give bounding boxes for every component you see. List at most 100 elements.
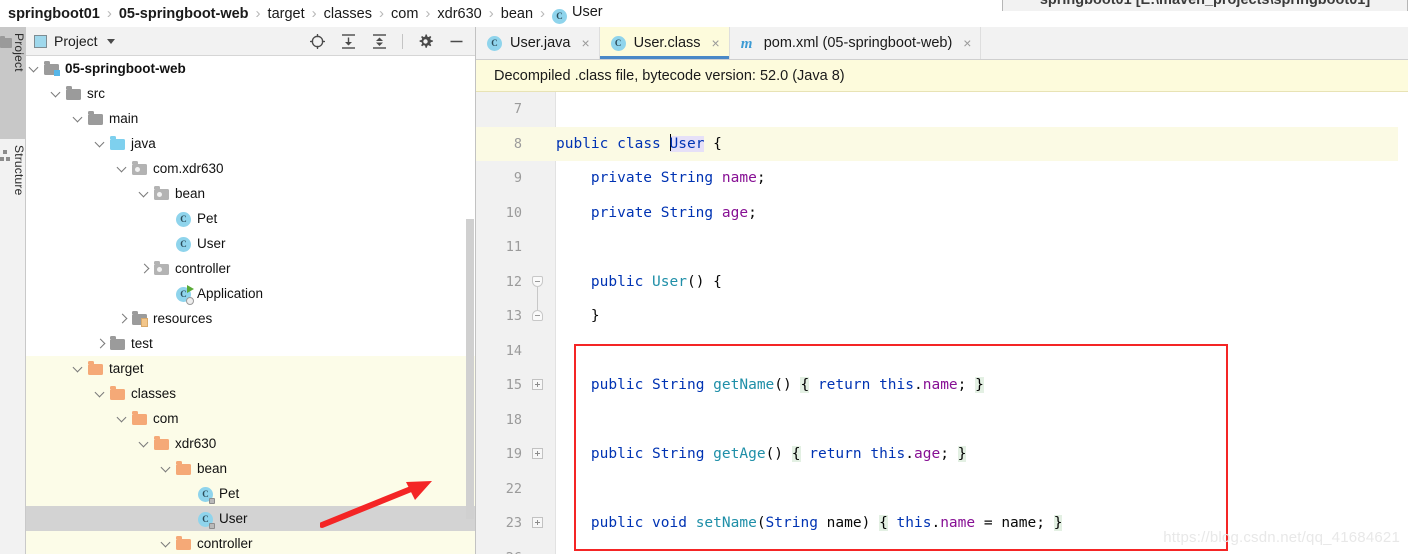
breadcrumb-item[interactable]: xdr630 — [437, 6, 481, 22]
tree-node-label: xdr630 — [175, 436, 217, 451]
breadcrumb-item[interactable]: 05-springboot-web — [119, 6, 249, 22]
tree-toggle-down-icon[interactable] — [74, 364, 83, 373]
code-token: } — [975, 377, 984, 393]
code-line[interactable]: private String name; — [556, 161, 1408, 196]
code-token: public — [556, 135, 609, 152]
fold-expand-icon[interactable] — [532, 379, 543, 390]
code-line[interactable] — [556, 230, 1408, 265]
breadcrumb-item[interactable]: target — [268, 6, 305, 22]
breadcrumb-item[interactable]: classes — [324, 6, 372, 22]
code-line[interactable]: private String age; — [556, 196, 1408, 231]
chevron-down-icon[interactable] — [106, 38, 115, 44]
tree-node[interactable]: java — [26, 131, 475, 156]
tree-node[interactable]: xdr630 — [26, 431, 475, 456]
tree-node[interactable]: controller — [26, 531, 475, 554]
code-text[interactable]: public class User { private String name;… — [556, 92, 1408, 554]
tree-node[interactable]: src — [26, 81, 475, 106]
tree-node[interactable]: C User — [26, 231, 475, 256]
fold-collapse-icon[interactable] — [532, 275, 543, 287]
code-line[interactable]: public String getAge() { return this.age… — [556, 437, 1408, 472]
collapse-all-icon[interactable] — [371, 33, 388, 50]
tree-node[interactable]: C Pet — [26, 481, 475, 506]
code-line[interactable]: public User() { — [556, 265, 1408, 300]
tree-toggle-down-icon[interactable] — [162, 539, 171, 548]
tree-node[interactable]: bean — [26, 456, 475, 481]
expand-all-icon[interactable] — [340, 33, 357, 50]
structure-icon — [0, 150, 12, 161]
tree-node-label: bean — [175, 186, 206, 201]
close-icon[interactable]: × — [581, 36, 589, 50]
fold-collapse-icon[interactable] — [532, 310, 543, 321]
code-line[interactable]: public String getName() { return this.na… — [556, 368, 1408, 403]
project-scrollbar-thumb[interactable] — [466, 219, 474, 519]
tree-node[interactable]: target — [26, 356, 475, 381]
settings-gear-icon[interactable] — [417, 33, 434, 50]
tree-toggle-down-icon[interactable] — [52, 89, 61, 98]
code-token: this — [870, 446, 906, 462]
breadcrumb-item[interactable]: com — [391, 6, 418, 22]
tree-toggle-down-icon[interactable] — [118, 164, 127, 173]
tree-toggle-down-icon[interactable] — [140, 189, 149, 198]
line-number: 18 — [505, 411, 522, 428]
tree-toggle-down-icon[interactable] — [30, 64, 39, 73]
tree-toggle-right-icon[interactable] — [96, 339, 105, 348]
code-line[interactable] — [556, 92, 1408, 127]
tree-node[interactable]: C Pet — [26, 206, 475, 231]
breadcrumb-item[interactable]: C User — [552, 4, 603, 24]
tree-toggle-down-icon[interactable] — [162, 464, 171, 473]
tree-node[interactable]: com — [26, 406, 475, 431]
identifier-occurrence-highlight: User — [669, 133, 705, 152]
code-line[interactable] — [556, 403, 1408, 438]
code-line[interactable]: public class User { — [556, 127, 1408, 162]
code-token: () — [774, 377, 792, 393]
tree-toggle-right-icon[interactable] — [118, 314, 127, 323]
code-line[interactable] — [556, 472, 1408, 507]
line-number: 14 — [505, 342, 522, 359]
sidebar-item-structure[interactable]: Structure — [0, 139, 26, 259]
editor-tab[interactable]: C User.class × — [599, 27, 730, 59]
editor-tab[interactable]: m pom.xml (05-springboot-web) × — [730, 27, 982, 59]
tree-node[interactable]: controller — [26, 256, 475, 281]
editor-tab[interactable]: C User.java × — [476, 27, 600, 59]
tree-node[interactable]: C Application — [26, 281, 475, 306]
tree-node[interactable]: com.xdr630 — [26, 156, 475, 181]
breadcrumb-separator: › — [255, 5, 261, 22]
fold-connector-line — [537, 286, 538, 310]
tree-toggle-down-icon[interactable] — [96, 139, 105, 148]
code-line[interactable] — [556, 334, 1408, 369]
tree-toggle-down-icon[interactable] — [96, 389, 105, 398]
class-icon: C — [610, 35, 627, 51]
tree-toggle-right-icon[interactable] — [140, 264, 149, 273]
code-token: getAge — [713, 446, 766, 462]
folder-orange-icon — [176, 461, 192, 476]
tree-node[interactable]: classes — [26, 381, 475, 406]
locate-in-tree-icon[interactable] — [309, 33, 326, 50]
fold-expand-icon[interactable] — [532, 517, 543, 528]
tree-node-label: com.xdr630 — [153, 161, 224, 176]
code-line[interactable]: } — [556, 299, 1408, 334]
code-token: () — [686, 273, 705, 290]
breadcrumb-item[interactable]: bean — [501, 6, 533, 22]
code-area[interactable]: 7 8 9 10 11 12 13 14 15 18 19 22 23 26 public class U… — [476, 92, 1408, 554]
fold-expand-icon[interactable] — [532, 448, 543, 459]
hide-panel-icon[interactable] — [448, 33, 465, 50]
tree-toggle-down-icon[interactable] — [118, 414, 127, 423]
tree-node[interactable]: test — [26, 331, 475, 356]
tree-node[interactable]: C User — [26, 506, 475, 531]
project-tree[interactable]: 05-springboot-web src main java com.xdr630 be… — [26, 56, 475, 554]
close-icon[interactable]: × — [712, 36, 720, 50]
sidebar-item-project[interactable]: Project — [0, 27, 26, 139]
tree-node[interactable]: 05-springboot-web — [26, 56, 475, 81]
close-icon[interactable]: × — [963, 36, 971, 50]
tree-node[interactable]: bean — [26, 181, 475, 206]
project-scrollbar[interactable] — [463, 56, 475, 554]
tree-toggle-down-icon[interactable] — [74, 114, 83, 123]
breadcrumb-item[interactable]: springboot01 — [8, 6, 100, 22]
tree-node[interactable]: resources — [26, 306, 475, 331]
tree-node[interactable]: main — [26, 106, 475, 131]
tree-toggle-down-icon[interactable] — [140, 439, 149, 448]
